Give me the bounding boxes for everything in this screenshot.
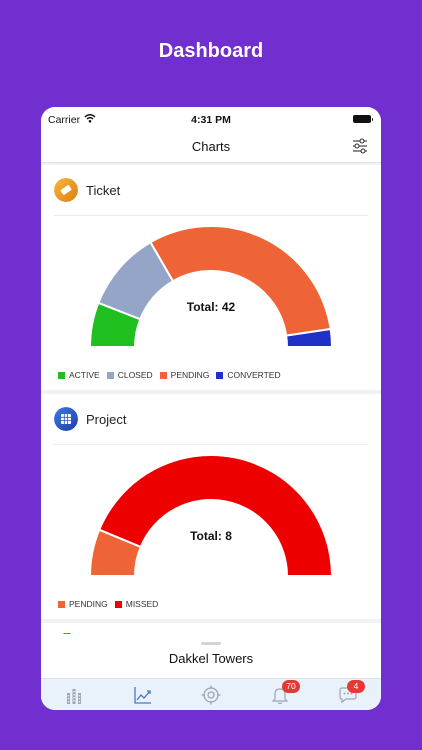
legend-item-pending: PENDING bbox=[159, 370, 210, 380]
bottom-sheet[interactable]: Dakkel Towers bbox=[41, 634, 381, 678]
tab-bar: 70 4 bbox=[41, 678, 381, 710]
ticket-card[interactable]: Ticket Total: 42 ACTIVE CLOSED PENDING C… bbox=[41, 165, 381, 390]
phone-screen: Carrier 4:31 PM Charts Ticket Total: 42 … bbox=[41, 107, 381, 710]
notifications-badge: 70 bbox=[282, 680, 300, 693]
legend-label: PENDING bbox=[170, 370, 210, 380]
project-card[interactable]: Project Total: 8 PENDING MISSED bbox=[41, 394, 381, 619]
legend-label: ACTIVE bbox=[69, 370, 100, 380]
ticket-gauge-chart bbox=[88, 225, 334, 348]
sheet-title: Dakkel Towers bbox=[168, 651, 254, 666]
nav-title: Charts bbox=[191, 139, 231, 154]
nav-bar: Charts bbox=[41, 131, 381, 163]
ticket-total-label: Total: 42 bbox=[186, 300, 236, 314]
legend-swatch-closed bbox=[106, 371, 114, 379]
status-bar: Carrier 4:31 PM bbox=[41, 107, 381, 131]
status-time: 4:31 PM bbox=[191, 114, 231, 126]
notifications-tab[interactable]: 70 bbox=[270, 680, 300, 705]
sliders-icon[interactable] bbox=[351, 137, 369, 155]
legend-item-pending: PENDING bbox=[58, 599, 108, 609]
legend-item-converted: CONVERTED bbox=[216, 370, 281, 380]
messages-badge: 4 bbox=[347, 680, 365, 693]
legend-label: PENDING bbox=[69, 599, 108, 609]
legend-swatch-active bbox=[58, 371, 65, 379]
gauge-segment-pending[interactable] bbox=[149, 225, 332, 337]
legend-swatch-converted bbox=[216, 371, 224, 379]
project-gauge-chart bbox=[88, 454, 334, 577]
sheet-drag-handle[interactable] bbox=[201, 642, 221, 645]
promo-title: Dashboard bbox=[158, 40, 264, 62]
target-icon[interactable] bbox=[201, 685, 221, 705]
analytics-icon[interactable] bbox=[133, 685, 153, 705]
battery-icon bbox=[353, 115, 373, 123]
project-total-label: Total: 8 bbox=[190, 529, 232, 543]
ticket-legend: ACTIVE CLOSED PENDING CONVERTED bbox=[58, 370, 281, 380]
legend-item-missed: MISSED bbox=[114, 599, 159, 609]
legend-label: CONVERTED bbox=[227, 370, 281, 380]
legend-item-closed: CLOSED bbox=[106, 370, 153, 380]
legend-swatch-missed bbox=[114, 600, 122, 608]
buildings-icon[interactable] bbox=[64, 685, 84, 705]
project-legend: PENDING MISSED bbox=[58, 599, 158, 609]
legend-label: CLOSED bbox=[117, 370, 153, 380]
messages-tab[interactable]: 4 bbox=[338, 680, 365, 705]
legend-item-active: ACTIVE bbox=[58, 370, 100, 380]
legend-swatch-pending bbox=[159, 371, 167, 379]
legend-label: MISSED bbox=[125, 599, 159, 609]
legend-swatch-pending bbox=[58, 600, 65, 608]
